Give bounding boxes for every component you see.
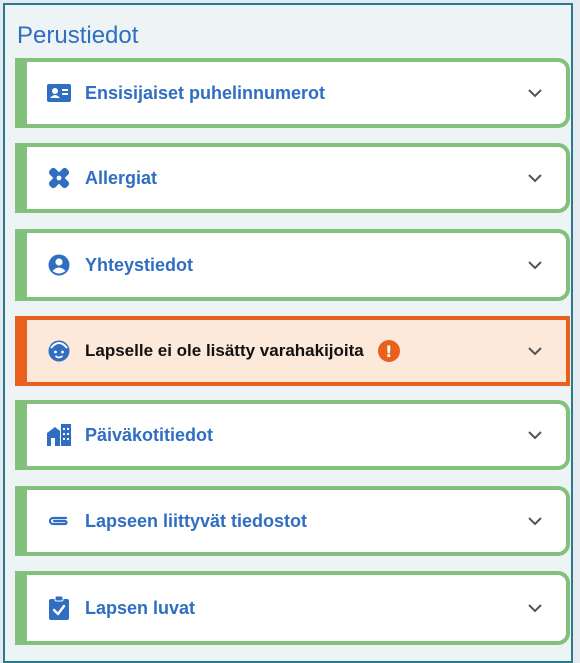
accordion-label: Päiväkotitiedot bbox=[85, 425, 214, 445]
paperclip-icon bbox=[47, 509, 71, 533]
bandage-icon bbox=[47, 166, 71, 190]
accordion-backup-pickup-warning[interactable]: Lapselle ei ole lisätty varahakijoita ! bbox=[15, 316, 570, 386]
chevron-down-icon[interactable] bbox=[526, 599, 544, 617]
clipboard-check-icon bbox=[47, 596, 71, 620]
accordion-allergies[interactable]: Allergiat bbox=[15, 143, 570, 213]
accordion-label: Ensisijaiset puhelinnumerot bbox=[85, 83, 326, 103]
chevron-down-icon[interactable] bbox=[526, 256, 544, 274]
accordion-primary-phone-numbers[interactable]: Ensisijaiset puhelinnumerot bbox=[15, 58, 570, 128]
accordion-contact-info[interactable]: Yhteystiedot bbox=[15, 229, 570, 301]
chevron-down-icon[interactable] bbox=[526, 169, 544, 187]
chevron-down-icon[interactable] bbox=[526, 426, 544, 444]
chevron-down-icon[interactable] bbox=[526, 512, 544, 530]
chevron-down-icon[interactable] bbox=[526, 342, 544, 360]
accordion-label: Lapseen liittyvät tiedostot bbox=[85, 511, 308, 531]
accordion-label: Allergiat bbox=[85, 168, 158, 188]
child-face-icon bbox=[47, 339, 71, 363]
chevron-down-icon[interactable] bbox=[526, 84, 544, 102]
accordion-daycare-info[interactable]: Päiväkotitiedot bbox=[15, 400, 570, 470]
accordion-label: Lapselle ei ole lisätty varahakijoita bbox=[85, 341, 364, 360]
person-circle-icon bbox=[47, 253, 71, 277]
accordion-label: Yhteystiedot bbox=[85, 255, 194, 275]
accordion-child-files[interactable]: Lapseen liittyvät tiedostot bbox=[15, 486, 570, 556]
section-title: Perustiedot bbox=[17, 22, 139, 49]
exclamation-icon: ! bbox=[377, 340, 400, 362]
contact-card-icon bbox=[47, 81, 71, 105]
accordion-label: Lapsen luvat bbox=[85, 598, 196, 618]
accordion-child-permissions[interactable]: Lapsen luvat bbox=[15, 571, 570, 645]
building-icon bbox=[47, 423, 71, 447]
